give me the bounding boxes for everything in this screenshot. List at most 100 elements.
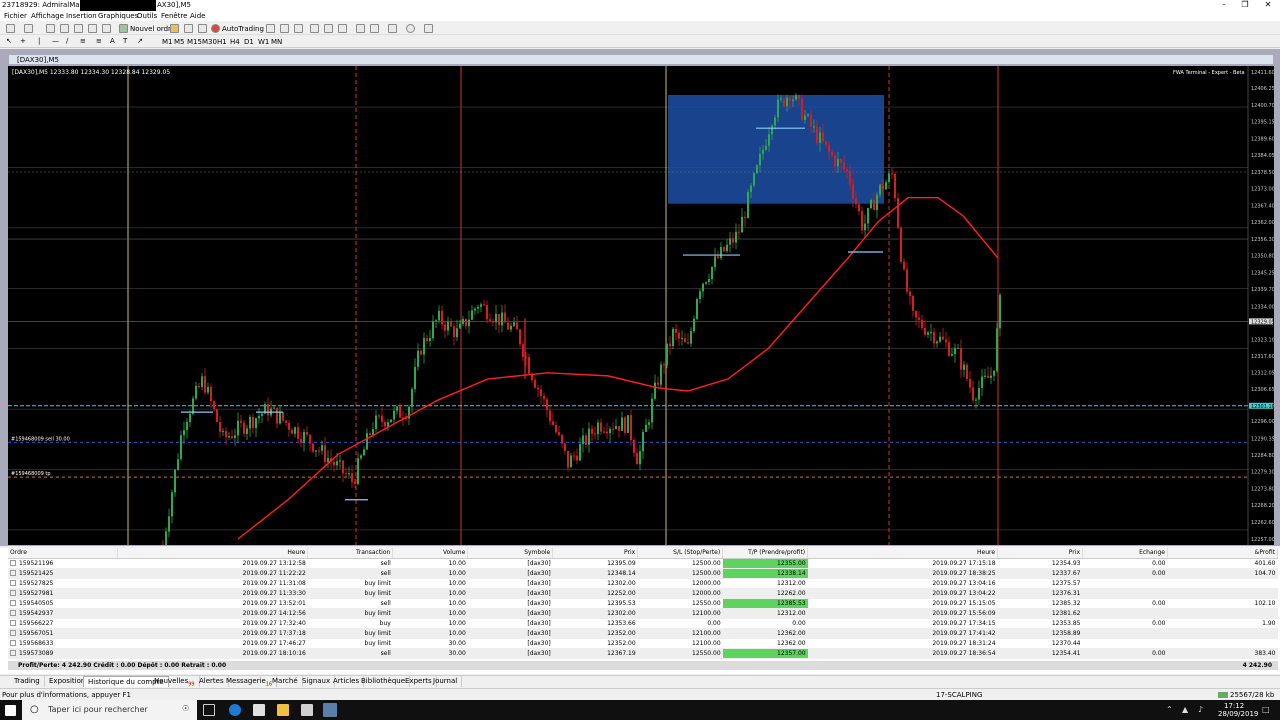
profiles-icon[interactable] (24, 24, 33, 33)
notifications-icon[interactable]: □ (1262, 705, 1270, 714)
menu-outils[interactable]: Outils (137, 12, 157, 20)
clock-time[interactable]: 17:12 (1224, 702, 1244, 710)
network-icon[interactable]: ⌃ (1166, 705, 1173, 714)
chart-canvas[interactable]: 12411.60 12406.25 12400.70 12395.15 12389.60… (8, 66, 1274, 545)
col-swap[interactable]: Echange (1082, 548, 1168, 559)
vps-icon[interactable] (198, 24, 207, 33)
menu-fichier[interactable]: Fichier (4, 12, 27, 20)
shapes-icon[interactable]: ↗ (137, 37, 143, 45)
tab-trading[interactable]: Trading (10, 676, 45, 687)
col-volume[interactable]: Volume (392, 548, 469, 559)
store-icon[interactable] (253, 704, 265, 716)
wifi-icon[interactable]: ▲ (1182, 705, 1188, 714)
zoom-in-icon[interactable] (310, 24, 319, 33)
channel-icon[interactable]: ≡ (80, 37, 86, 45)
bar-chart-icon[interactable] (266, 24, 275, 33)
metatrader-icon[interactable] (323, 703, 337, 717)
periods-icon[interactable] (406, 24, 415, 33)
new-order-icon[interactable] (119, 24, 128, 33)
table-row[interactable]: 159540505 2019.09.27 13:52:01 sell 10.00 [da… (8, 598, 1278, 609)
line-chart-icon[interactable] (294, 24, 303, 33)
tab-nouvelles[interactable]: Nouvelles99 (150, 676, 200, 687)
cell-symbol: [dax30] (467, 588, 553, 599)
market-watch-icon[interactable] (46, 24, 55, 33)
tf-d1[interactable]: D1 (244, 38, 254, 46)
cell-transaction: sell (307, 598, 393, 609)
zoom-out-icon[interactable] (324, 24, 333, 33)
col-time[interactable]: Heure (117, 548, 309, 559)
col-close-price[interactable]: Prix (997, 548, 1083, 559)
close-icon[interactable]: ✕ (1258, 0, 1278, 9)
candle-body (462, 319, 464, 324)
terminal-icon[interactable] (88, 24, 97, 33)
tile-windows-icon[interactable] (338, 24, 347, 33)
col-price[interactable]: Prix (552, 548, 639, 559)
fibonacci-icon[interactable]: ≡ (96, 37, 102, 45)
col-sl[interactable]: S/L (Stop/Perte) (637, 548, 724, 559)
tf-m1[interactable]: M1 (162, 38, 173, 46)
candlestick-icon[interactable] (280, 24, 289, 33)
status-profile[interactable]: 17-SCALPING (936, 691, 982, 699)
col-profit[interactable]: &Profit (1167, 548, 1279, 559)
table-row[interactable]: 159527825 2019.09.27 11:31:08 buy limit 10.… (8, 578, 1278, 589)
table-row[interactable]: 159566227 2019.09.27 17:32:40 buy 10.00 [dax… (8, 618, 1278, 629)
data-window-icon[interactable] (60, 24, 69, 33)
search-placeholder: Taper ici pour rechercher (48, 705, 148, 714)
menu-aide[interactable]: Aide (190, 12, 205, 20)
autotrading-icon[interactable] (211, 24, 220, 33)
menu-insertion[interactable]: Insertion (66, 12, 97, 20)
new-order-button[interactable]: Nouvel ordre (130, 25, 175, 33)
tab-journal[interactable]: Journal (429, 676, 463, 687)
cursor-icon[interactable]: ↖ (6, 37, 12, 45)
price-chart[interactable]: 12411.60 12406.25 12400.70 12395.15 12389.60… (8, 66, 1274, 545)
new-chart-icon[interactable] (6, 24, 15, 33)
menu-fenetre[interactable]: Fenêtre (161, 12, 187, 20)
table-row[interactable]: 159527981 2019.09.27 11:33:30 buy limit 10.… (8, 588, 1278, 599)
minimize-icon[interactable]: – (1214, 0, 1234, 9)
text-icon[interactable]: A (110, 37, 115, 45)
crosshair-icon[interactable]: + (20, 37, 26, 45)
restore-icon[interactable]: ❐ (1235, 0, 1255, 9)
table-row[interactable]: 159573089 2019.09.27 18:10:16 sell 30.00 [da… (8, 648, 1278, 659)
col-tp[interactable]: T/P (Prendre/profit) (722, 548, 809, 559)
task-view-icon[interactable] (203, 704, 215, 716)
table-row[interactable]: 159521425 2019.09.27 11:22:22 sell 10.00 [da… (8, 568, 1278, 579)
col-close-time[interactable]: Heure (807, 548, 999, 559)
templates-icon[interactable] (424, 24, 433, 33)
menu-graphiques[interactable]: Graphiques (98, 12, 138, 20)
tester-icon[interactable] (102, 24, 111, 33)
table-row[interactable]: 159568633 2019.09.27 17:46:27 buy limit 30.… (8, 638, 1278, 649)
vertical-line-icon[interactable]: | (38, 37, 40, 45)
tf-h4[interactable]: H4 (230, 38, 240, 46)
mail-icon[interactable] (301, 704, 313, 716)
explorer-icon[interactable] (277, 704, 289, 716)
indicators-icon[interactable] (388, 24, 397, 33)
volume-icon[interactable]: ♪ (1198, 705, 1203, 714)
signals-icon[interactable] (184, 24, 193, 33)
edge-icon[interactable] (229, 704, 241, 716)
autoscroll-icon[interactable] (356, 24, 365, 33)
table-row[interactable]: 159542937 2019.09.27 14:12:56 buy limit 10.… (8, 608, 1278, 619)
col-order[interactable]: Ordre (8, 548, 119, 559)
tf-m5[interactable]: M5 (174, 38, 185, 46)
chart-shift-icon[interactable] (370, 24, 379, 33)
menu-affichage[interactable]: Affichage (31, 12, 64, 20)
tf-w1[interactable]: W1 (258, 38, 269, 46)
metaeditor-icon[interactable] (170, 24, 179, 33)
trendline-icon[interactable]: ∕ (66, 37, 68, 45)
horizontal-line-icon[interactable]: — (52, 37, 59, 45)
navigator-icon[interactable] (74, 24, 83, 33)
label-icon[interactable]: T (123, 37, 127, 45)
tf-m30[interactable]: M30 (202, 38, 217, 46)
table-row[interactable]: 159567051 2019.09.27 17:37:18 buy limit 10.… (8, 628, 1278, 639)
taskbar-search[interactable]: ○ Taper ici pour rechercher ☉ (22, 700, 197, 720)
autotrading-button[interactable]: AutoTrading (222, 25, 264, 33)
tf-h1[interactable]: H1 (217, 38, 227, 46)
tf-mn[interactable]: MN (271, 38, 282, 46)
col-transaction[interactable]: Transaction (307, 548, 394, 559)
col-symbol[interactable]: Symbole (467, 548, 554, 559)
windows-start-icon[interactable] (5, 705, 16, 716)
tf-m15[interactable]: M15 (187, 38, 202, 46)
clock-date[interactable]: 28/09/2019 (1218, 710, 1258, 718)
table-row[interactable]: 159521196 2019.09.27 13:12:58 sell 10.00 [da… (8, 558, 1278, 569)
